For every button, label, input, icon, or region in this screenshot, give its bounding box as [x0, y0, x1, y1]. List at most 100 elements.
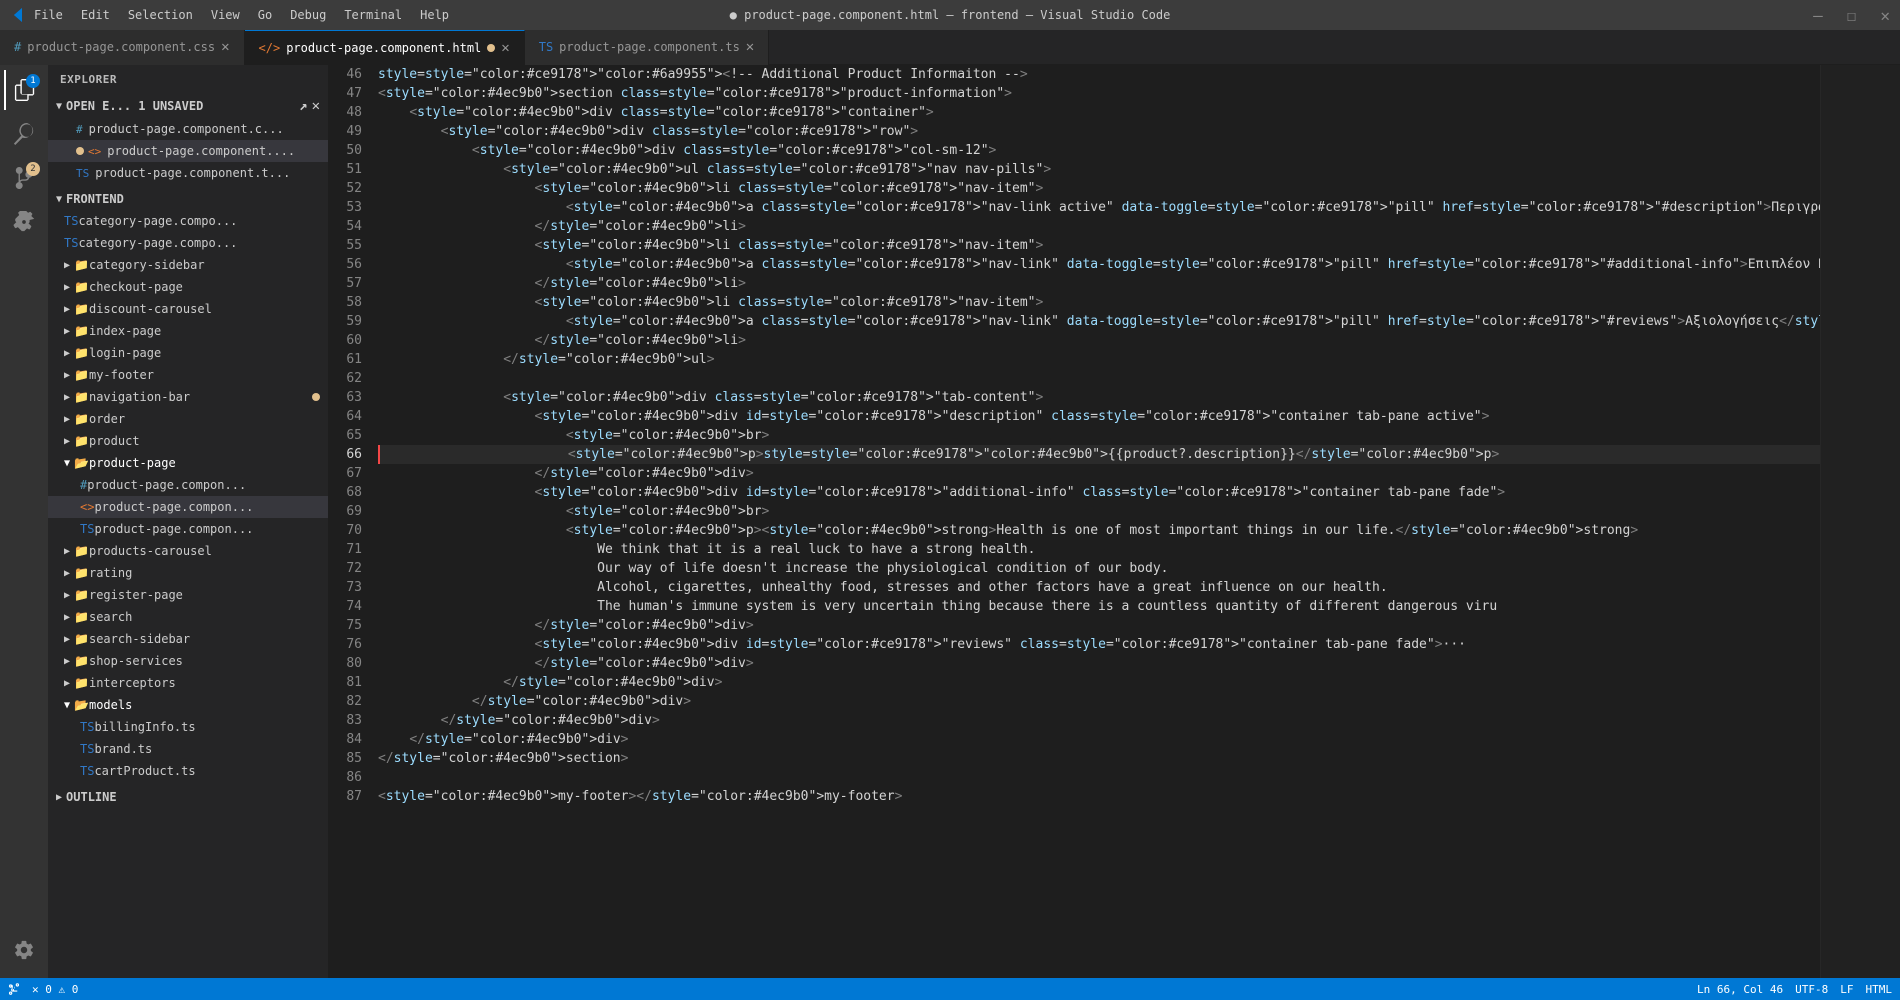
status-git-branch[interactable] — [8, 983, 20, 996]
code-line-68: <style="color:#4ec9b0">div id=style="col… — [378, 483, 1820, 502]
folder-rating[interactable]: ▶ 📁 rating — [48, 562, 328, 584]
window-title: ● product-page.component.html — frontend… — [730, 8, 1171, 22]
file-billing[interactable]: TS billingInfo.ts — [48, 716, 328, 738]
menu-debug[interactable]: Debug — [290, 8, 326, 22]
folder-login[interactable]: ▶ 📁 login-page — [48, 342, 328, 364]
status-encoding[interactable]: UTF-8 — [1795, 983, 1828, 996]
code-line-61: </style="color:#4ec9b0">ul> — [378, 350, 1820, 369]
code-line-62 — [378, 369, 1820, 388]
tab-ts[interactable]: TS product-page.component.ts ✕ — [525, 30, 770, 65]
open-editor-html[interactable]: <> product-page.component.... — [48, 140, 328, 162]
editor-tab-bar: # product-page.component.css ✕ </> produ… — [0, 30, 1900, 65]
activity-settings[interactable] — [4, 930, 44, 970]
folder-icon-navbar: 📁 — [74, 390, 89, 404]
folder-navbar-name: navigation-bar — [89, 390, 190, 404]
code-line-81: </style="color:#4ec9b0">div> — [378, 673, 1820, 692]
css-icon-pp: # — [80, 478, 87, 492]
minimize-button[interactable]: — — [1813, 6, 1823, 25]
close-button[interactable]: ✕ — [1880, 6, 1890, 25]
folder-icon-interceptors: 📁 — [74, 676, 89, 690]
line-numbers: 4647484950515253545556575859606162636465… — [328, 65, 378, 978]
code-line-48: <style="color:#4ec9b0">div class=style="… — [378, 103, 1820, 122]
folder-index[interactable]: ▶ 📁 index-page — [48, 320, 328, 342]
open-editors-header[interactable]: ▼ OPEN E... 1 UNSAVED ↗ ✕ — [48, 94, 328, 118]
tab-css-close[interactable]: ✕ — [221, 39, 229, 55]
folder-navbar[interactable]: ▶ 📁 navigation-bar — [48, 386, 328, 408]
folder-interceptors[interactable]: ▶ 📁 interceptors — [48, 672, 328, 694]
menu-file[interactable]: File — [34, 8, 63, 22]
folder-interceptors-name: interceptors — [89, 676, 176, 690]
folder-category-page2[interactable]: TS category-page.compo... — [48, 232, 328, 254]
menu-terminal[interactable]: Terminal — [344, 8, 402, 22]
ts-icon: TS — [76, 167, 89, 180]
menu-help[interactable]: Help — [420, 8, 449, 22]
menu-selection[interactable]: Selection — [128, 8, 193, 22]
open-editor-ts[interactable]: TS product-page.component.t... — [48, 162, 328, 184]
tab-html-close[interactable]: ✕ — [501, 40, 509, 56]
folder-cat1-name: category-page.compo... — [78, 214, 237, 228]
code-line-57: </style="color:#4ec9b0">li> — [378, 274, 1820, 293]
code-line-64: <style="color:#4ec9b0">div id=style="col… — [378, 407, 1820, 426]
menu-go[interactable]: Go — [258, 8, 272, 22]
activity-source-control[interactable]: 2 — [4, 158, 44, 198]
folder-product-page-name: product-page — [89, 456, 176, 470]
tab-html[interactable]: </> product-page.component.html ✕ — [245, 30, 525, 65]
tab-modified-dot — [487, 44, 495, 52]
folder-footer[interactable]: ▶ 📁 my-footer — [48, 364, 328, 386]
folder-checkout[interactable]: ▶ 📁 checkout-page — [48, 276, 328, 298]
folder-pc-name: products-carousel — [89, 544, 212, 558]
ts-icon-cat1: TS — [64, 214, 78, 228]
file-pp-ts[interactable]: TS product-page.compon... — [48, 518, 328, 540]
code-line-58: <style="color:#4ec9b0">li class=style="c… — [378, 293, 1820, 312]
frontend-header[interactable]: ▼ FRONTEND — [48, 188, 328, 210]
outline-header[interactable]: ▶ OUTLINE — [48, 786, 328, 808]
folder-search-sidebar[interactable]: ▶ 📁 search-sidebar — [48, 628, 328, 650]
code-content[interactable]: style=style="color:#ce9178">"color:#6a99… — [378, 65, 1820, 978]
folder-category-page[interactable]: TS category-page.compo... — [48, 210, 328, 232]
code-line-73: Alcohol, cigarettes, unhealthy food, str… — [378, 578, 1820, 597]
file-pp-css[interactable]: # product-page.compon... — [48, 474, 328, 496]
activity-explorer[interactable]: 1 — [4, 70, 44, 110]
status-errors[interactable]: ✕ 0 ⚠ 0 — [32, 983, 78, 996]
outline-chevron: ▶ — [56, 792, 62, 803]
code-line-59: <style="color:#4ec9b0">a class=style="co… — [378, 312, 1820, 331]
ts-file-icon: TS — [539, 40, 553, 54]
activity-search[interactable] — [4, 114, 44, 154]
folder-product[interactable]: ▶ 📁 product — [48, 430, 328, 452]
folder-register[interactable]: ▶ 📁 register-page — [48, 584, 328, 606]
open-editor-css[interactable]: # product-page.component.c... — [48, 118, 328, 140]
open-editors-close-all[interactable]: ✕ — [312, 98, 320, 114]
folder-models[interactable]: ▼ 📂 models — [48, 694, 328, 716]
ts-icon-cat2: TS — [64, 236, 78, 250]
folder-discount[interactable]: ▶ 📁 discount-carousel — [48, 298, 328, 320]
maximize-button[interactable]: ☐ — [1847, 6, 1857, 25]
status-line-ending[interactable]: LF — [1840, 983, 1853, 996]
sidebar: EXPLORER ▼ OPEN E... 1 UNSAVED ↗ ✕ # pro… — [48, 65, 328, 978]
file-cart-product[interactable]: TS cartProduct.ts — [48, 760, 328, 782]
tab-css[interactable]: # product-page.component.css ✕ — [0, 30, 245, 65]
folder-category-sidebar[interactable]: ▶ 📁 category-sidebar — [48, 254, 328, 276]
folder-order[interactable]: ▶ 📁 order — [48, 408, 328, 430]
activity-extensions[interactable] — [4, 202, 44, 242]
menu-view[interactable]: View — [211, 8, 240, 22]
folder-icon-pc: 📁 — [74, 544, 89, 558]
folder-products-carousel[interactable]: ▶ 📁 products-carousel — [48, 540, 328, 562]
frontend-label: FRONTEND — [66, 192, 124, 206]
code-line-69: <style="color:#4ec9b0">br> — [378, 502, 1820, 521]
folder-product-page[interactable]: ▼ 📂 product-page — [48, 452, 328, 474]
status-language[interactable]: HTML — [1866, 983, 1893, 996]
folder-footer-name: my-footer — [89, 368, 154, 382]
file-brand[interactable]: TS brand.ts — [48, 738, 328, 760]
open-editors-split[interactable]: ↗ — [299, 98, 307, 114]
folder-login-name: login-page — [89, 346, 161, 360]
main-area: 1 2 EXPLORER ▼ OPEN E... 1 UNSAVED ↗ ✕ — [0, 65, 1900, 978]
index-chevron: ▶ — [64, 326, 70, 337]
file-pp-html[interactable]: <> product-page.compon... — [48, 496, 328, 518]
folder-shop-services[interactable]: ▶ 📁 shop-services — [48, 650, 328, 672]
tab-ts-close[interactable]: ✕ — [746, 39, 754, 55]
search-sidebar-chevron: ▶ — [64, 634, 70, 645]
editor-content[interactable]: 4647484950515253545556575859606162636465… — [328, 65, 1900, 978]
file-cartproduct-name: cartProduct.ts — [94, 764, 195, 778]
menu-edit[interactable]: Edit — [81, 8, 110, 22]
folder-search[interactable]: ▶ 📁 search — [48, 606, 328, 628]
